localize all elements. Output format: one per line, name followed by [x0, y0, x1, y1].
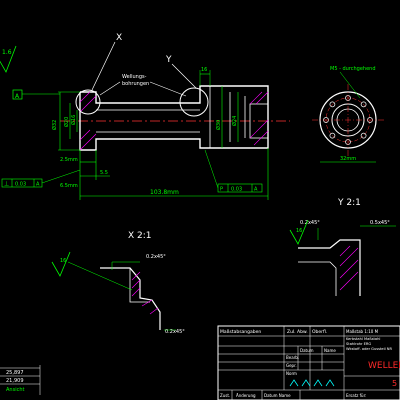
- detail-x-roughness-value: 16: [60, 258, 66, 264]
- dim-length: 103.8mm: [150, 189, 179, 196]
- dim-phi-big: Ø32: [51, 120, 58, 130]
- title-block: Maßstabsangaben Zul. Abw. Oberfl. Maßsta…: [217, 325, 400, 400]
- detail-y-hatch: [339, 245, 359, 291]
- leader-x: [91, 41, 116, 91]
- tb-row-bearb: Bearb.: [286, 355, 299, 360]
- tol-left-symbol: ⊥: [4, 181, 9, 188]
- dim-phi-3: Ø16: [70, 115, 77, 125]
- main-shaft-view: X Y Wellungs- bohrungen 1.6 A Ø32 Ø20 Ø1…: [0, 33, 290, 200]
- detail-x-hatch: [131, 271, 159, 315]
- detail-y-title: Y 2:1: [337, 198, 361, 208]
- dim-16: 16: [201, 67, 207, 73]
- technical-drawing: X Y Wellungs- bohrungen 1.6 A Ø32 Ø20 Ø1…: [0, 33, 400, 400]
- tb-cyan-symbols: [289, 379, 335, 387]
- tb-row-gepr: Gepr.: [286, 363, 297, 368]
- detail-x-title: X 2:1: [128, 231, 152, 241]
- tb-header-left: Maßstabsangaben: [220, 329, 261, 335]
- tb-title: WELLEN: [368, 361, 400, 371]
- dim-2-5: 2.5mm: [60, 157, 78, 163]
- detail-x-roughness: [51, 251, 71, 277]
- tb-header-right: Oberfl.: [312, 329, 327, 335]
- weld-leader-2: [149, 81, 187, 97]
- dim-5-5: 5.5: [100, 170, 108, 176]
- leader-y: [171, 63, 197, 89]
- tb-material-4: Wkstoff. oder Gussteil NR: [346, 347, 392, 351]
- dim-phi-4: Ø30: [215, 120, 222, 130]
- side-value-3: Ansicht: [6, 387, 25, 393]
- tol-left-value: 0.03: [15, 182, 26, 188]
- tb-row-name: Name: [324, 348, 336, 353]
- detail-y-chamfer-2: 0.5x45°: [370, 220, 390, 226]
- detail-x-chamfer-1: 0.2x45°: [146, 254, 166, 260]
- tb-material-3: Stahlrohr ERG: [346, 342, 371, 346]
- tol-right-value: 0.03: [231, 187, 242, 193]
- detail-y: Y 2:1 0.2x45° 0.5x45° 16: [289, 198, 396, 296]
- detail-y-roughness-value: 16: [296, 228, 302, 234]
- tb-row-norm: Norm: [286, 371, 297, 376]
- flange-hatch: [249, 91, 269, 146]
- tb-footer-right: Ersatz für:: [346, 393, 367, 398]
- weld-leader-1: [99, 81, 121, 96]
- detail-y-circle: [179, 87, 209, 117]
- end-dim-bottom: 32mm: [340, 156, 356, 162]
- tb-sheet: 5: [392, 379, 397, 388]
- tb-material-1: Maßstab 1:10 M: [346, 329, 379, 334]
- shaft-outline: [79, 85, 269, 151]
- roughness-left-value: 1.6: [2, 49, 12, 56]
- detail-y-profile: [298, 239, 361, 296]
- label-x: X: [116, 33, 122, 43]
- dim-phi-2: Ø20: [63, 117, 70, 127]
- tb-footer-1: Zust.: [220, 393, 230, 398]
- tb-material-2: Kerbstahl Maßstahl: [346, 337, 380, 341]
- tb-footer-2: Änderung: [236, 393, 256, 398]
- side-value-2: 21,909: [6, 378, 24, 384]
- tb-header-mid: Zul. Abw.: [287, 329, 308, 335]
- detail-y-inner: [298, 261, 337, 296]
- weld-note-2: bohrungen: [122, 81, 149, 87]
- side-values: 25,897 21,909 Ansicht: [0, 365, 41, 395]
- detail-x: X 2:1 0.2x45° 0.2x45° 16: [51, 231, 185, 335]
- tol-right-symbol: P: [220, 187, 223, 193]
- dim-6-5: 6.5mm: [60, 183, 78, 189]
- tolerance-frame-right: P 0.03 A: [204, 149, 263, 193]
- dim-phi-5: Ø24: [231, 116, 238, 126]
- tol-right-datum: A: [254, 187, 258, 193]
- side-value-1: 25,897: [6, 370, 24, 376]
- detail-y-chamfer-1: 0.2x45°: [300, 220, 320, 226]
- end-note-leader: [339, 71, 361, 99]
- tb-footer-3: Datum Name: [264, 393, 291, 398]
- tol-left-datum: A: [36, 182, 40, 188]
- tb-row-datum: Datum: [300, 348, 314, 353]
- end-view-note: M5 - durchgehend: [330, 66, 376, 72]
- label-y: Y: [165, 55, 172, 65]
- weld-note-1: Wellungs-: [122, 74, 147, 80]
- roughness-symbol-left: 1.6: [0, 45, 17, 73]
- detail-x-rough-leader: [67, 261, 133, 291]
- detail-x-chamfer-2: 0.2x45°: [165, 329, 185, 335]
- detail-x-leader-1: [111, 261, 140, 270]
- end-view: M5 - durchgehend 32mm: [312, 66, 384, 163]
